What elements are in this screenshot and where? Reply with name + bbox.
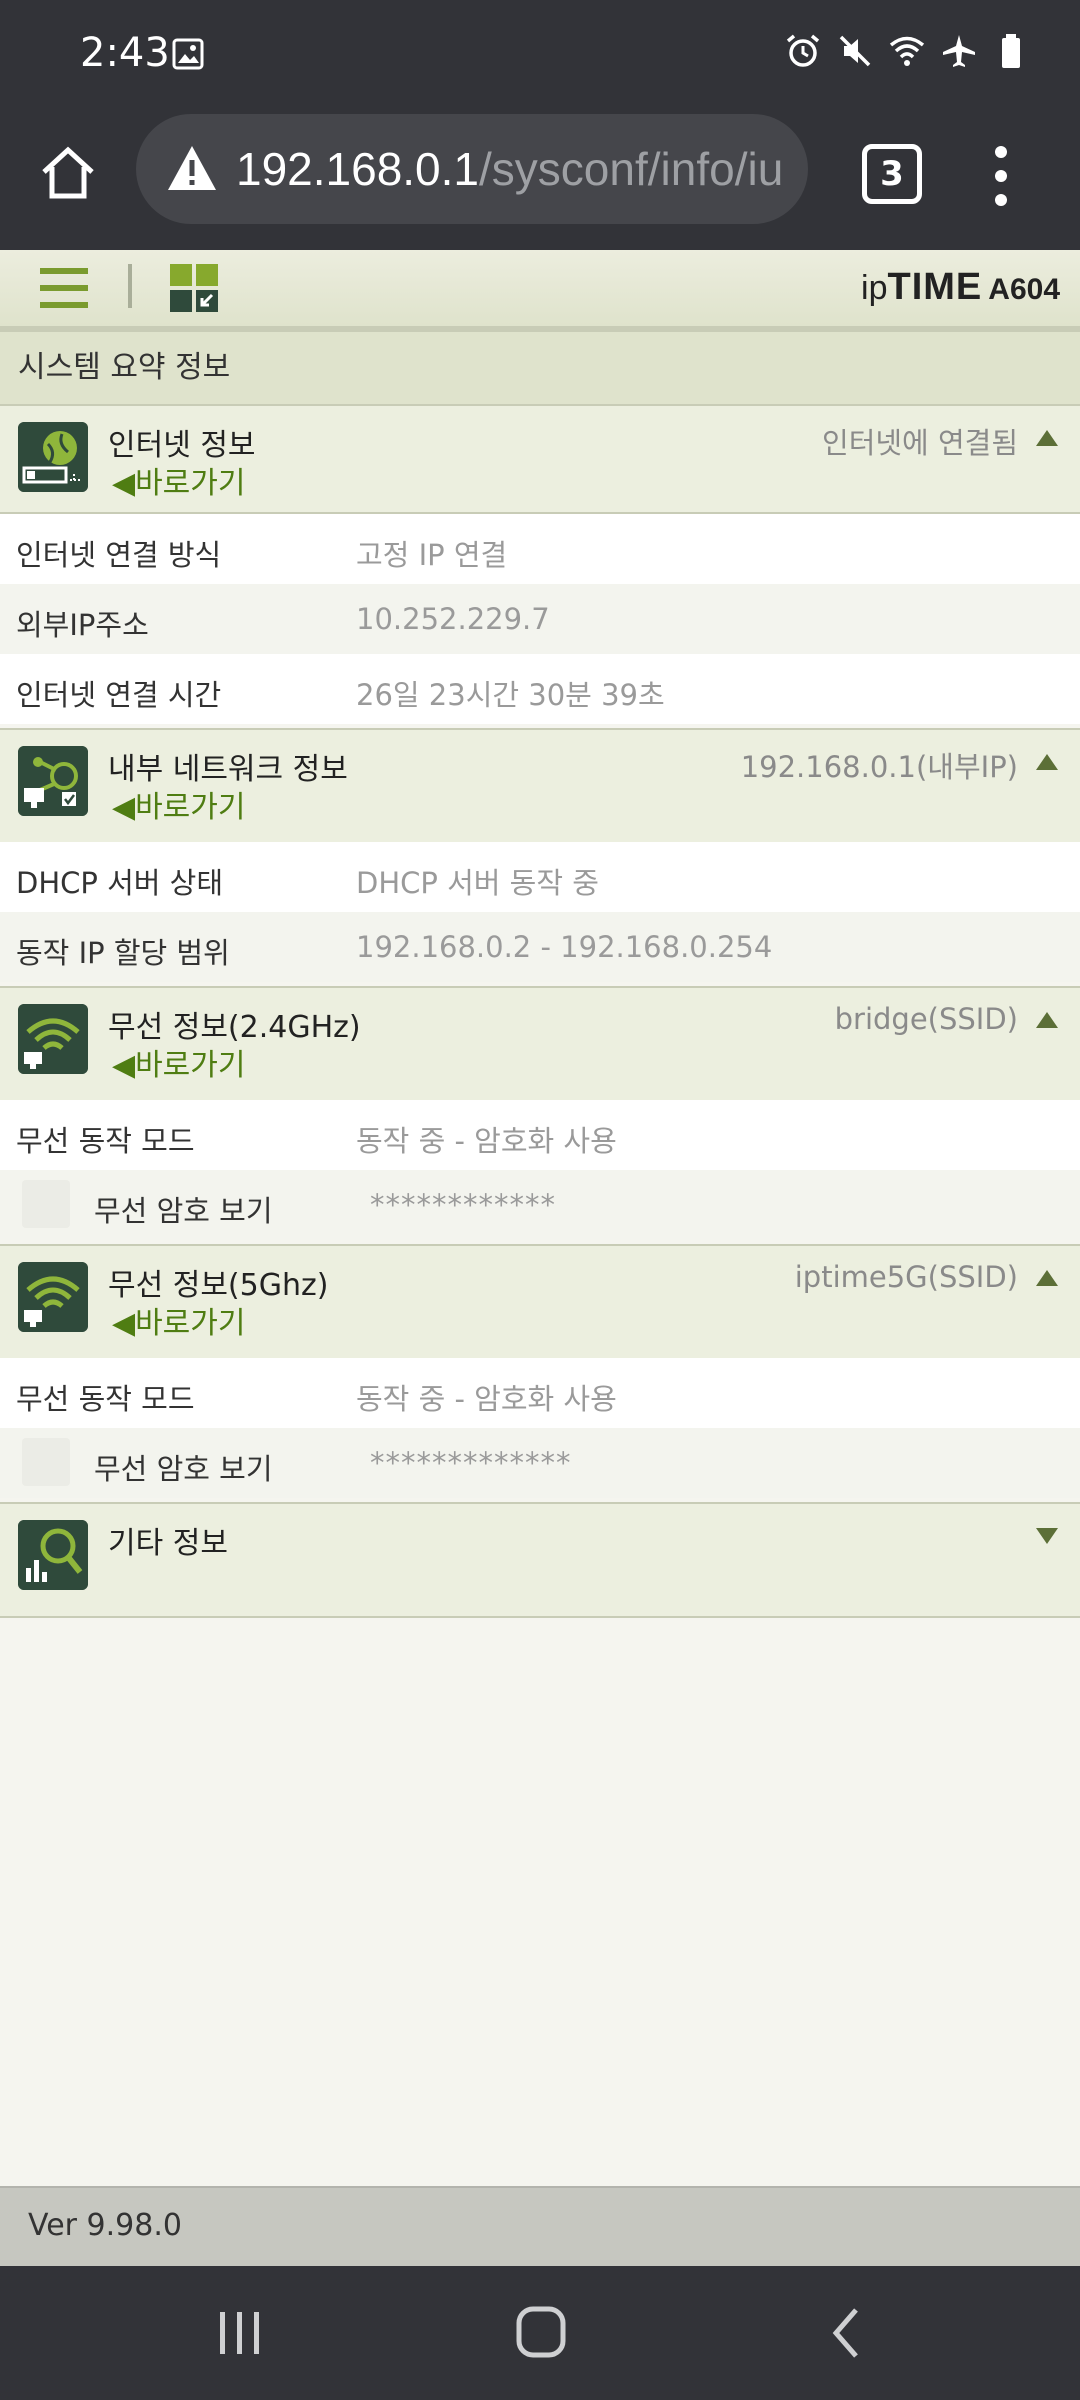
row-value: 10.252.229.7 <box>356 602 550 636</box>
row-label: 인터넷 연결 시간 <box>16 678 222 712</box>
header-divider <box>128 264 132 308</box>
other-info-title: 기타 정보 <box>108 1526 228 1561</box>
status-icons <box>784 32 1030 70</box>
not-secure-warning-icon[interactable] <box>166 144 218 192</box>
lan-shortcut-link[interactable]: ◀바로가기 <box>112 782 245 826</box>
airplane-mode-icon <box>943 35 975 67</box>
collapse-arrow-icon[interactable] <box>1036 1012 1058 1028</box>
row-value: 고정 IP 연결 <box>356 538 508 572</box>
password-masked-value: ************ <box>370 1188 556 1222</box>
wireless-5ghz-ssid: iptime5G(SSID) <box>794 1260 1018 1294</box>
info-row: 외부IP주소 10.252.229.7 <box>0 584 1080 654</box>
url-text[interactable]: 192.168.0.1/sysconf/info/iu <box>236 142 784 196</box>
password-row: 무선 암호 보기 ************* <box>0 1428 1080 1498</box>
expand-arrow-icon[interactable] <box>1036 1528 1058 1544</box>
row-value: 26일 23시간 30분 39초 <box>356 678 665 712</box>
wireless-5ghz-shortcut-link[interactable]: ◀바로가기 <box>112 1298 245 1342</box>
firmware-version: Ver 9.98.0 <box>28 2208 182 2243</box>
home-nav-icon[interactable] <box>516 2306 566 2358</box>
battery-icon <box>1002 34 1020 68</box>
info-row: 인터넷 연결 시간 26일 23시간 30분 39초 <box>0 654 1080 724</box>
alarm-icon <box>786 34 820 67</box>
home-icon[interactable] <box>36 140 100 204</box>
tab-switcher-button[interactable]: 3 <box>862 144 922 204</box>
wireless-24ghz-ssid: bridge(SSID) <box>834 1002 1018 1036</box>
browser-menu-icon[interactable] <box>984 146 1018 210</box>
lan-internal-ip: 192.168.0.1(내부IP) <box>740 750 1018 784</box>
collapse-arrow-icon[interactable] <box>1036 1270 1058 1286</box>
gallery-notification-icon <box>172 38 204 70</box>
url-bar[interactable]: 192.168.0.1/sysconf/info/iu <box>136 114 808 224</box>
router-model: A604 <box>988 273 1060 306</box>
mute-icon <box>839 35 871 67</box>
status-bar: 2:43 <box>0 0 1080 110</box>
row-label: 인터넷 연결 방식 <box>16 538 222 572</box>
wireless-24ghz-shortcut-link[interactable]: ◀바로가기 <box>112 1040 245 1084</box>
url-path: /sysconf/info/iu <box>479 143 784 195</box>
show-password-label[interactable]: 무선 암호 보기 <box>94 1446 273 1488</box>
row-value: 동작 중 - 암호화 사용 <box>356 1124 617 1158</box>
wireless-5ghz-section[interactable]: 무선 정보(5Ghz) ◀바로가기 iptime5G(SSID) <box>0 1244 1080 1360</box>
password-masked-value: ************* <box>370 1446 572 1480</box>
magnifier-chart-icon <box>18 1520 88 1590</box>
info-row: 인터넷 연결 방식 고정 IP 연결 <box>0 514 1080 584</box>
internet-shortcut-link[interactable]: ◀바로가기 <box>112 458 245 502</box>
wireless-24ghz-section[interactable]: 무선 정보(2.4GHz) ◀바로가기 bridge(SSID) <box>0 986 1080 1102</box>
admin-grid-icon[interactable] <box>170 264 218 312</box>
lan-info-section[interactable]: 내부 네트워크 정보 ◀바로가기 192.168.0.1(내부IP) <box>0 728 1080 844</box>
row-label: DHCP 서버 상태 <box>16 866 224 900</box>
show-password-label[interactable]: 무선 암호 보기 <box>94 1188 273 1230</box>
wireless-icon <box>18 1004 88 1074</box>
system-navigation-bar <box>0 2266 1080 2400</box>
browser-toolbar: 192.168.0.1/sysconf/info/iu 3 <box>0 110 1080 250</box>
router-header: ipTIME A604 <box>0 250 1080 332</box>
row-label: 무선 동작 모드 <box>16 1382 195 1416</box>
password-row: 무선 암호 보기 ************ <box>0 1170 1080 1240</box>
footer: Ver 9.98.0 <box>0 2186 1080 2268</box>
wifi-icon <box>889 36 925 66</box>
status-time: 2:43 <box>80 30 170 76</box>
internet-globe-icon <box>18 422 88 492</box>
row-label: 동작 IP 할당 범위 <box>16 936 230 970</box>
row-label: 무선 동작 모드 <box>16 1124 195 1158</box>
other-info-section[interactable]: 기타 정보 <box>0 1502 1080 1618</box>
hamburger-menu-icon[interactable] <box>40 268 88 308</box>
row-value: 동작 중 - 암호화 사용 <box>356 1382 617 1416</box>
row-label: 외부IP주소 <box>16 608 149 642</box>
internet-info-section[interactable]: 인터넷 정보 ◀바로가기 인터넷에 연결됨 <box>0 406 1080 514</box>
wireless-icon <box>18 1262 88 1332</box>
page-title: 시스템 요약 정보 <box>0 332 1080 406</box>
show-password-checkbox[interactable] <box>22 1438 70 1486</box>
iptime-logo: ipTIME A604 <box>861 266 1060 308</box>
collapse-arrow-icon[interactable] <box>1036 430 1058 446</box>
lan-network-icon <box>18 746 88 816</box>
url-host: 192.168.0.1 <box>236 143 480 195</box>
row-value: 192.168.0.2 - 192.168.0.254 <box>356 930 773 964</box>
info-row: 동작 IP 할당 범위 192.168.0.2 - 192.168.0.254 <box>0 912 1080 982</box>
internet-status: 인터넷에 연결됨 <box>822 426 1018 460</box>
back-nav-icon[interactable] <box>826 2306 866 2360</box>
collapse-arrow-icon[interactable] <box>1036 754 1058 770</box>
info-row: DHCP 서버 상태 DHCP 서버 동작 중 <box>0 842 1080 912</box>
info-row: 무선 동작 모드 동작 중 - 암호화 사용 <box>0 1358 1080 1428</box>
row-value: DHCP 서버 동작 중 <box>356 866 599 900</box>
recent-apps-icon[interactable] <box>210 2310 270 2356</box>
show-password-checkbox[interactable] <box>22 1180 70 1228</box>
info-row: 무선 동작 모드 동작 중 - 암호화 사용 <box>0 1100 1080 1170</box>
